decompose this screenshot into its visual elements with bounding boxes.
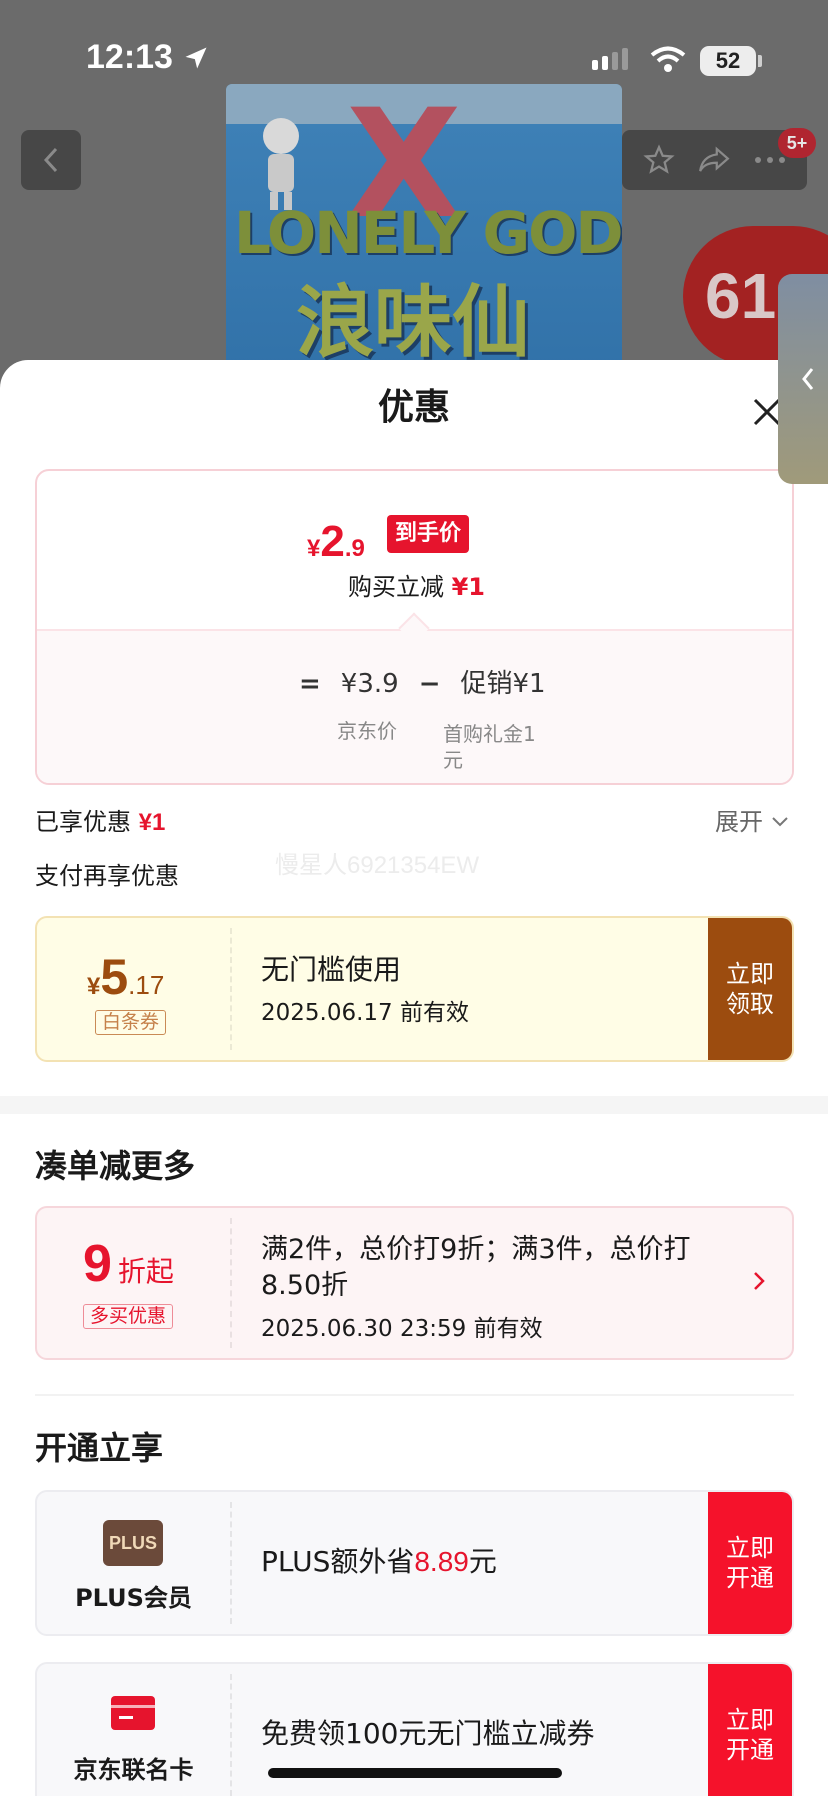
coupon-validity: 2025.06.17 前有效 <box>261 1000 469 1026</box>
more-icon[interactable] <box>753 155 787 165</box>
coupon-title: 无门槛使用 <box>261 953 402 986</box>
coupon-divider <box>230 928 232 1050</box>
chevron-down-icon <box>772 817 788 827</box>
side-floating-tab[interactable] <box>778 274 828 484</box>
bundle-discount-area: 9 折起 多买优惠 <box>37 1208 230 1358</box>
section-gap <box>0 1096 828 1114</box>
bundle-discount-card[interactable]: 9 折起 多买优惠 满2件，总价打9折；满3件，总价打8.50折 2025.06.… <box>35 1206 794 1360</box>
open-jd-card-button[interactable]: 立即开通 <box>708 1664 792 1796</box>
plus-logo-area: PLUS PLUS会员 <box>37 1492 230 1634</box>
watermark: 慢星人6921354EW <box>275 852 480 879</box>
plus-member-card: PLUS PLUS会员 PLUS额外省8.89元 立即开通 <box>35 1490 794 1636</box>
final-price: ¥2.9 <box>307 517 365 566</box>
final-price-tag: 到手价 <box>387 515 470 553</box>
discount-sheet: 优惠 ¥2.9 到手价 购买立减 ¥1 = ¥3.9 − 促销¥1 京东价 首购… <box>0 360 828 1796</box>
credit-card-icon <box>111 1696 155 1730</box>
jd-card-logo-area: 京东联名卡 <box>37 1664 230 1796</box>
open-plus-button[interactable]: 立即开通 <box>708 1492 792 1634</box>
notification-badge: 5+ <box>778 128 816 158</box>
divider <box>35 1394 794 1396</box>
home-indicator[interactable] <box>268 1768 562 1778</box>
coupon-divider <box>230 1502 232 1624</box>
back-button[interactable] <box>21 130 81 190</box>
bundle-section-title: 凑单减更多 <box>35 1147 196 1185</box>
product-logo-en: LONELY GOD <box>234 199 622 267</box>
coupon-amount: ¥5.17 <box>87 949 165 1005</box>
price-formula: = ¥3.9 − 促销¥1 <box>299 669 546 699</box>
promo-amount: 促销¥1 <box>460 669 546 699</box>
price-breakdown <box>37 629 792 783</box>
jd-price: ¥3.9 <box>340 669 399 699</box>
jd-price-label: 京东价 <box>337 719 397 743</box>
chevron-left-icon <box>43 147 58 173</box>
battery-cap <box>758 55 762 67</box>
coupon-divider <box>230 1674 232 1796</box>
coupon-amount-area: ¥5.17 白条券 <box>37 918 230 1060</box>
share-icon[interactable] <box>696 143 732 177</box>
chevron-left-icon <box>802 368 814 390</box>
status-time: 12:13 <box>86 38 173 76</box>
baitiao-coupon: ¥5.17 白条券 无门槛使用 2025.06.17 前有效 立即领取 <box>35 916 794 1062</box>
coupon-type-tag: 白条券 <box>95 1010 167 1035</box>
wifi-icon <box>650 46 686 72</box>
jd-card-name: 京东联名卡 <box>73 1756 194 1784</box>
star-icon[interactable] <box>642 143 676 177</box>
instant-discount-line: 购买立减 ¥1 <box>347 573 486 601</box>
location-arrow-icon <box>185 47 207 69</box>
plus-logo-icon: PLUS <box>103 1520 163 1566</box>
membership-section-title: 开通立享 <box>35 1429 164 1467</box>
status-bar: 12:13 52 <box>0 0 828 120</box>
bundle-discount-rate: 9 折起 <box>83 1235 174 1293</box>
product-logo-cn: 浪味仙 <box>296 278 531 368</box>
sheet-title: 优惠 <box>377 387 450 428</box>
chevron-right-icon <box>754 1272 765 1290</box>
expand-button[interactable]: 展开 <box>715 810 789 834</box>
promo-note: 首购礼金1元 <box>443 722 536 772</box>
plus-saving-text: PLUS额外省8.89元 <box>261 1545 497 1578</box>
bundle-tag: 多买优惠 <box>83 1304 174 1329</box>
coupon-divider <box>230 1218 232 1348</box>
jd-card-offer-text: 免费领100元无门槛立减券 <box>261 1717 595 1750</box>
cellular-signal-icon <box>592 48 628 70</box>
enjoyed-discount: 已享优惠 ¥1 <box>35 808 166 836</box>
bundle-validity: 2025.06.30 23:59 前有效 <box>261 1316 543 1342</box>
pay-more-label: 支付再享优惠 <box>35 862 179 890</box>
battery-indicator: 52 <box>700 46 756 76</box>
claim-coupon-button[interactable]: 立即领取 <box>708 918 792 1060</box>
final-price-card: ¥2.9 到手价 购买立减 ¥1 = ¥3.9 − 促销¥1 京东价 首购礼金1… <box>35 469 794 785</box>
bundle-description: 满2件，总价打9折；满3件，总价打8.50折 <box>261 1234 691 1301</box>
plus-name: PLUS会员 <box>75 1584 192 1612</box>
